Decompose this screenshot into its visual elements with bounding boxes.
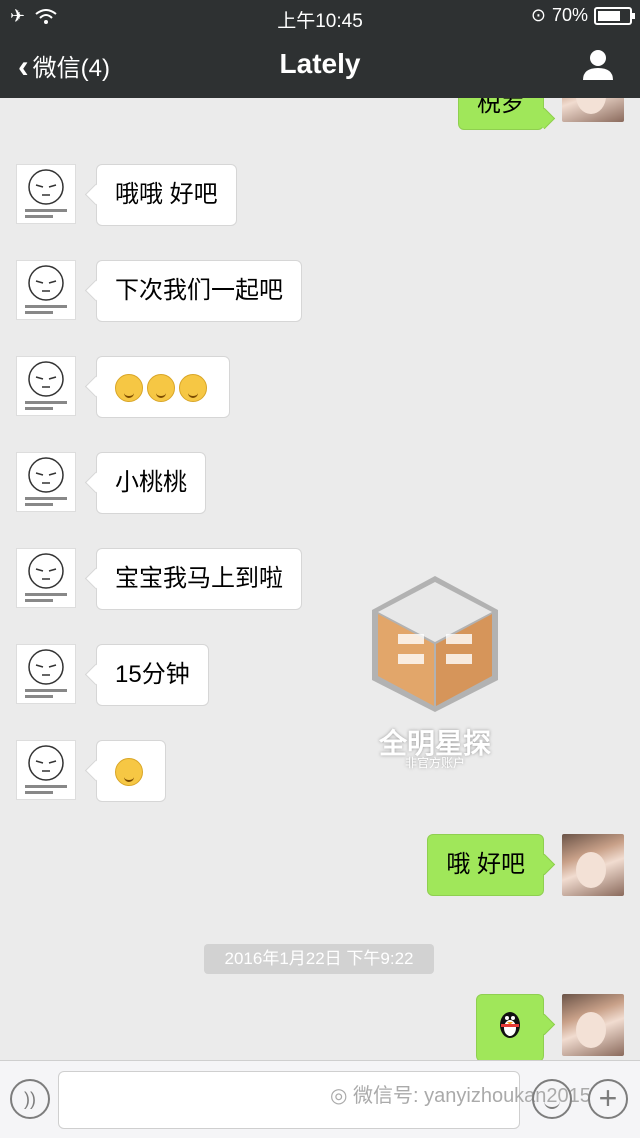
- message-text: 下次我们一起吧: [115, 277, 283, 304]
- nav-bar: ‹ 微信(4) Lately: [0, 34, 640, 98]
- message-bubble-received[interactable]: 下次我们一起吧: [96, 260, 302, 322]
- message-bubble-sent[interactable]: [476, 994, 544, 1060]
- sticker-face-icon: [25, 457, 67, 506]
- message-bubble-received[interactable]: [96, 740, 166, 802]
- smirk-emoji-icon: [179, 373, 207, 402]
- sticker-face-icon: [25, 745, 67, 794]
- page-title: Lately: [279, 48, 361, 79]
- smirk-emoji-icon: [115, 373, 143, 402]
- sticker-face-icon: [25, 361, 67, 410]
- avatar-contact[interactable]: [16, 452, 76, 512]
- rotation-lock-icon: ⊙: [530, 5, 546, 25]
- chat-area[interactable]: 棁罗 哦哦 好吧 下次我们一起吧 小桃桃 宝宝我马上到啦 15分钟 哦 好吧 2…: [0, 98, 640, 1060]
- message-text: 棁罗: [477, 98, 525, 117]
- emoji-picker-icon[interactable]: [532, 1079, 572, 1119]
- input-bar: )) ◎ 微信号: yanyizhoukan2015 +: [0, 1060, 640, 1138]
- avatar-contact[interactable]: [16, 356, 76, 416]
- avatar-contact[interactable]: [16, 548, 76, 608]
- message-bubble-received[interactable]: 15分钟: [96, 644, 209, 706]
- avatar-self[interactable]: [562, 834, 624, 896]
- message-bubble-sent[interactable]: 棁罗: [458, 98, 544, 130]
- battery-percent: 70%: [551, 5, 588, 25]
- watermark-logo: 全明星探 非官方账户: [368, 574, 502, 770]
- cube-logo-icon: [372, 576, 498, 712]
- message-bubble-sent[interactable]: 哦 好吧: [427, 834, 544, 896]
- sticker-face-icon: [25, 649, 67, 698]
- message-text: 小桃桃: [115, 469, 187, 496]
- sticker-face-icon: [25, 169, 67, 218]
- sticker-face-icon: [25, 265, 67, 314]
- message-text: 哦 好吧: [446, 851, 525, 878]
- avatar-contact[interactable]: [16, 260, 76, 320]
- avatar-contact[interactable]: [16, 164, 76, 224]
- battery-icon: [594, 6, 635, 25]
- voice-icon[interactable]: )): [10, 1079, 50, 1119]
- profile-icon[interactable]: [580, 46, 616, 82]
- wechat-logo-icon: ◎: [330, 1085, 354, 1107]
- status-bar: ✈ 上午10:45 ⊙ 70%: [0, 0, 640, 34]
- plus-icon[interactable]: +: [588, 1079, 628, 1119]
- status-right: ⊙ 70%: [530, 5, 635, 26]
- avatar-self[interactable]: [562, 98, 624, 122]
- avatar-self[interactable]: [562, 994, 624, 1056]
- message-bubble-received[interactable]: 哦哦 好吧: [96, 164, 237, 226]
- avatar-contact[interactable]: [16, 644, 76, 704]
- timestamp: 2016年1月22日 下午9:22: [204, 944, 434, 974]
- grin-emoji-icon: [115, 757, 143, 786]
- sticker-face-icon: [25, 553, 67, 602]
- watermark-subtitle: 非官方账户: [404, 756, 465, 770]
- message-text: 15分钟: [115, 661, 190, 688]
- message-text: 宝宝我马上到啦: [115, 565, 283, 592]
- avatar-contact[interactable]: [16, 740, 76, 800]
- smirk-emoji-icon: [147, 373, 175, 402]
- message-bubble-received[interactable]: [96, 356, 230, 418]
- message-bubble-received[interactable]: 宝宝我马上到啦: [96, 548, 302, 610]
- top-bar: ✈ 上午10:45 ⊙ 70% ‹ 微信(4) Lately: [0, 0, 640, 98]
- penguin-emoji-icon: [500, 1012, 520, 1038]
- message-bubble-received[interactable]: 小桃桃: [96, 452, 206, 514]
- message-text: 哦哦 好吧: [115, 181, 218, 208]
